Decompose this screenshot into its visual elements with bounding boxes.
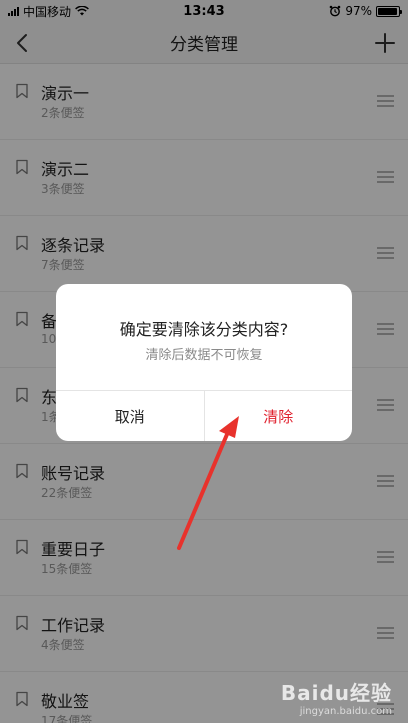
watermark-url: jingyan.baidu.com xyxy=(299,706,392,717)
clear-button[interactable]: 清除 xyxy=(205,391,353,441)
confirm-dialog: 确定要清除该分类内容? 清除后数据不可恢复 取消 清除 xyxy=(56,284,352,441)
cancel-button[interactable]: 取消 xyxy=(56,391,205,441)
baidu-watermark: Baidu经验 jingyan.baidu.com xyxy=(281,677,392,717)
dialog-buttons: 取消 清除 xyxy=(56,390,352,441)
watermark-logo: Baidu经验 xyxy=(280,681,392,705)
dialog-message: 清除后数据不可恢复 xyxy=(145,348,263,363)
dialog-title: 确定要清除该分类内容? xyxy=(119,320,289,339)
